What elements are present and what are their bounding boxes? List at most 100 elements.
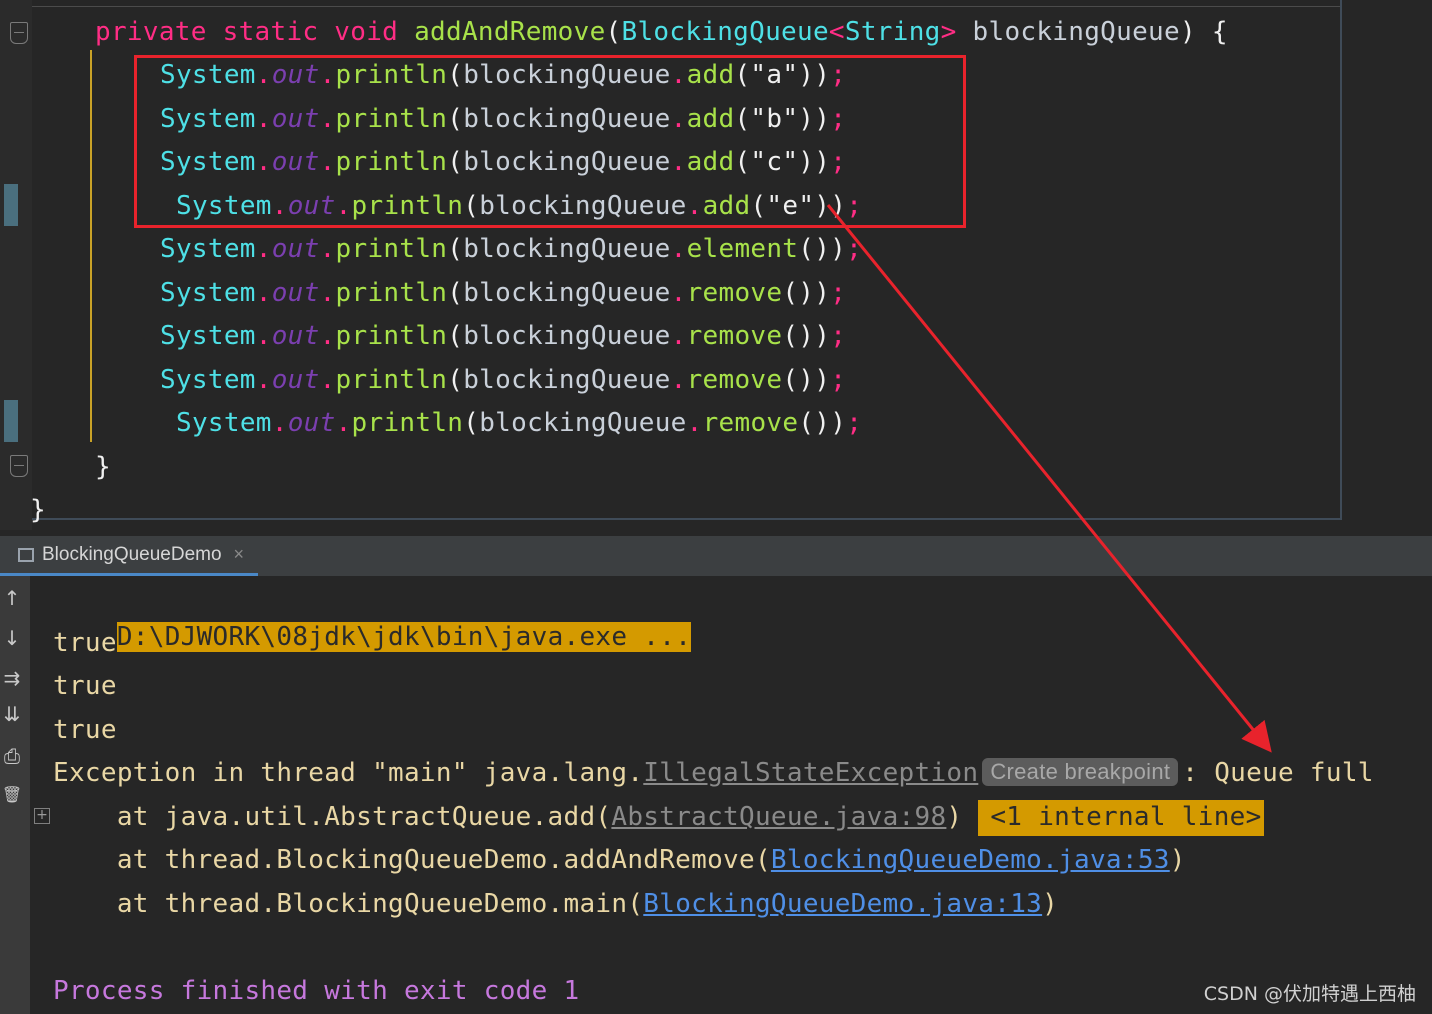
code-token: out	[271, 365, 320, 395]
code-token: (	[605, 17, 622, 47]
trace-prefix: at thread.BlockingQueueDemo.main(	[53, 889, 644, 919]
code-token: println	[335, 321, 448, 351]
editor-right-border	[1340, 0, 1342, 520]
exception-line: Exception in thread "main" java.lang.Ill…	[53, 754, 1374, 792]
code-editor[interactable]: private static void addAndRemove(Blockin…	[0, 0, 1432, 530]
console-icon	[18, 547, 34, 562]
code-token: >	[940, 17, 973, 47]
code-token: <	[828, 17, 845, 47]
trace-prefix: at java.util.AbstractQueue.add(	[53, 802, 612, 832]
code-token: String	[844, 17, 941, 47]
exception-message: : Queue full	[1182, 758, 1374, 788]
code-line[interactable]: }	[95, 449, 111, 485]
expand-icon[interactable]: +	[34, 808, 50, 824]
code-token: .	[670, 278, 687, 308]
print-icon[interactable]: ⎙	[0, 742, 24, 770]
code-line[interactable]: System.out.println(blockingQueue.remove(…	[160, 318, 846, 354]
console-output-line: true	[53, 715, 117, 745]
watermark: CSDN @伏加特遇上西柚	[1203, 983, 1416, 1005]
run-tab-label: BlockingQueueDemo	[42, 543, 222, 565]
code-token: System	[160, 321, 256, 351]
trace-link[interactable]: BlockingQueueDemo.java:13	[643, 889, 1042, 919]
scroll-to-end-icon[interactable]: ⇊	[0, 700, 24, 728]
code-token: (	[447, 321, 464, 351]
code-token: blockingQueue	[463, 278, 671, 308]
editor-divider	[32, 6, 1340, 7]
code-token: ())	[798, 408, 847, 438]
code-token: println	[335, 234, 448, 264]
code-token: System	[160, 234, 256, 264]
up-arrow-icon[interactable]: ↑	[0, 584, 24, 612]
process-exit-line: Process finished with exit code 1	[53, 976, 580, 1006]
exception-class-link[interactable]: IllegalStateException	[643, 758, 978, 788]
code-token: blockingQueue	[463, 321, 671, 351]
fold-icon[interactable]	[10, 22, 28, 44]
close-icon[interactable]: ×	[234, 544, 245, 565]
trace-suffix: )	[1042, 889, 1059, 919]
code-token: remove	[686, 365, 783, 395]
code-token: .	[255, 278, 272, 308]
code-token: println	[351, 408, 464, 438]
down-arrow-icon[interactable]: ↓	[0, 624, 24, 652]
code-line[interactable]: }	[30, 492, 46, 528]
fold-icon[interactable]	[10, 455, 28, 477]
editor-gutter	[0, 0, 32, 530]
code-token: .	[670, 365, 687, 395]
code-token: .	[319, 321, 336, 351]
code-token: ())	[782, 321, 831, 351]
code-token: ;	[846, 408, 863, 438]
stack-trace-line: at thread.BlockingQueueDemo.main(Blockin…	[53, 885, 1058, 923]
code-token: ;	[830, 365, 847, 395]
code-token: (	[447, 234, 464, 264]
change-marker	[4, 184, 18, 226]
trash-icon[interactable]: 🗑	[0, 780, 24, 808]
code-token: (	[463, 408, 480, 438]
console-output-line: true	[53, 671, 117, 701]
code-token: }	[95, 452, 111, 482]
code-token: ;	[830, 278, 847, 308]
code-token: ())	[798, 234, 847, 264]
code-token: System	[176, 408, 272, 438]
console-output[interactable]: D:\DJWORK\08jdk\jdk\bin\java.exe ... tru…	[30, 576, 1432, 1014]
code-line[interactable]: private static void addAndRemove(Blockin…	[95, 14, 1228, 50]
code-token: .	[255, 321, 272, 351]
code-token: remove	[686, 278, 783, 308]
code-token: ) {	[1179, 17, 1228, 47]
code-token: ())	[782, 278, 831, 308]
run-tab[interactable]: BlockingQueueDemo ×	[0, 536, 259, 576]
code-token: .	[670, 321, 687, 351]
code-token: blockingQueue	[463, 234, 671, 264]
indent-guide	[90, 50, 92, 442]
code-token: blockingQueue	[479, 408, 687, 438]
code-token: out	[271, 321, 320, 351]
code-token: }	[30, 495, 46, 525]
code-token: .	[670, 234, 687, 264]
code-token: .	[271, 408, 288, 438]
code-token: ())	[782, 365, 831, 395]
command-text[interactable]: D:\DJWORK\08jdk\jdk\bin\java.exe ...	[116, 622, 692, 652]
highlight-box	[134, 55, 966, 228]
code-token: remove	[702, 408, 799, 438]
code-token: .	[335, 408, 352, 438]
create-breakpoint-chip[interactable]: Create breakpoint	[982, 758, 1179, 786]
code-token: out	[271, 234, 320, 264]
code-line[interactable]: System.out.println(blockingQueue.remove(…	[176, 405, 862, 441]
code-token: remove	[686, 321, 783, 351]
code-line[interactable]: System.out.println(blockingQueue.element…	[160, 231, 862, 267]
code-token: element	[686, 234, 799, 264]
code-line[interactable]: System.out.println(blockingQueue.remove(…	[160, 362, 846, 398]
code-token: addAndRemove	[414, 17, 606, 47]
soft-wrap-icon[interactable]: ⇉	[0, 664, 24, 692]
trace-suffix: )	[946, 802, 963, 832]
console-output-line: true	[53, 628, 117, 658]
change-marker	[4, 400, 18, 442]
code-token: .	[319, 278, 336, 308]
code-token: .	[255, 234, 272, 264]
trace-link[interactable]: AbstractQueue.java:98	[611, 802, 946, 832]
trace-link[interactable]: BlockingQueueDemo.java:53	[771, 845, 1170, 875]
code-line[interactable]: System.out.println(blockingQueue.remove(…	[160, 275, 846, 311]
code-token: ;	[830, 321, 847, 351]
internal-lines-fold[interactable]: <1 internal line>	[978, 800, 1264, 836]
exception-prefix: Exception in thread "main" java.lang.	[53, 758, 644, 788]
code-token: blockingQueue	[972, 17, 1180, 47]
